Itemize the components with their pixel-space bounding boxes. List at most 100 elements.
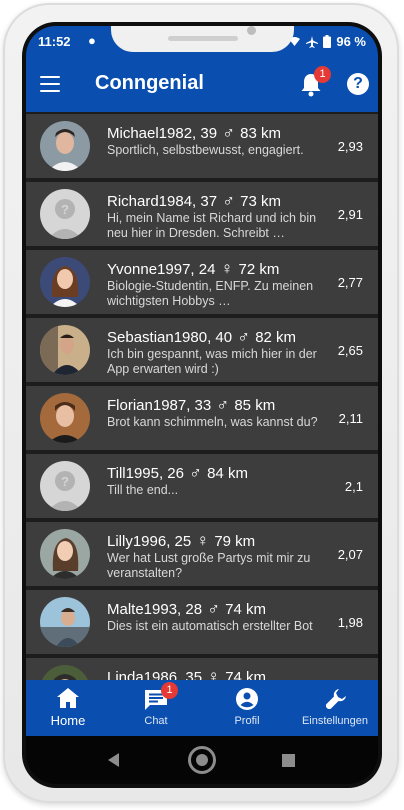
menu-icon[interactable] [40, 76, 60, 92]
profile-description: Dies ist ein automatisch erstellter Bot [107, 619, 313, 633]
profile-score: 2,1 [344, 479, 363, 494]
chat-badge: 1 [161, 682, 178, 699]
male-symbol-icon: ♂ [216, 395, 230, 414]
female-symbol-icon: ♀ [196, 531, 210, 550]
profile-name-line: Yvonne1997, 24 ♀ 72 km [107, 259, 279, 279]
profile-name-age: Richard1984, 37 [107, 193, 218, 210]
airplane-icon [306, 35, 319, 48]
profile-distance: 82 km [255, 329, 297, 346]
recent-apps-icon[interactable] [282, 754, 295, 767]
nav-einstellungen[interactable]: Einstellungen [292, 680, 378, 736]
nav-chat-label: Chat [144, 715, 168, 727]
male-symbol-icon: ♂ [222, 191, 235, 210]
profile-score: 2,77 [337, 275, 363, 290]
notifications-button[interactable]: 1 [300, 66, 331, 97]
profile-list[interactable]: Michael1982, 39 ♂ 83 km Sportlich, selbst… [26, 112, 378, 680]
profile-name-age: Malte1993, 28 [107, 601, 203, 618]
app-title: Conngenial [95, 72, 204, 94]
notification-badge: 1 [314, 66, 331, 83]
profile-distance: 84 km [207, 465, 248, 482]
profile-name-line: Michael1982, 39 ♂ 83 km [107, 123, 281, 143]
nav-profil-label: Profil [234, 715, 260, 727]
female-symbol-icon: ♀ [207, 667, 221, 680]
profile-row[interactable]: Linda1986, 35 ♀ 74 km [26, 658, 378, 680]
profile-name-age: Linda1986, 35 [107, 669, 203, 680]
nav-home[interactable]: Home [26, 680, 110, 736]
screen-bezel: 11:52 ● 96 % Conngenial 1 ? Michael1982,… [22, 22, 382, 788]
app-bar: Conngenial 1 ? [26, 56, 378, 112]
profile-distance: 74 km [225, 601, 267, 618]
profile-score: 2,91 [337, 207, 363, 222]
profile-description: Wer hat Lust große Partys mit mir zu ver… [107, 551, 311, 580]
nav-profil[interactable]: Profil [202, 680, 292, 736]
phone-notch [111, 26, 294, 52]
profile-description: Hi, mein Name ist Richard und ich bin ne… [107, 211, 317, 240]
profile-score: 2,93 [337, 139, 363, 154]
avatar[interactable] [40, 529, 90, 579]
battery-icon [323, 35, 332, 48]
profile-description: Till the end... [107, 483, 179, 497]
profile-description: Biologie-Studentin, ENFP. Zu meinen wich… [107, 279, 314, 308]
profile-name-line: Richard1984, 37 ♂ 73 km [107, 191, 281, 211]
status-right: 96 % [288, 34, 366, 49]
profile-score: 2,65 [337, 343, 363, 358]
profile-distance: 85 km [234, 397, 276, 414]
avatar[interactable]: ? [40, 461, 90, 511]
profile-name-age: Lilly1996, 25 [107, 533, 192, 550]
wrench-icon [326, 689, 346, 709]
nav-chat[interactable]: 1 Chat [110, 680, 202, 736]
bottom-nav: Home 1 Chat Profil Einstellungen [26, 680, 378, 736]
profile-row[interactable]: ? Richard1984, 37 ♂ 73 km Hi, mein Name is… [26, 182, 378, 246]
profile-row[interactable]: Sebastian1980, 40 ♂ 82 km Ich bin gespann… [26, 318, 378, 382]
profile-description: Sportlich, selbstbewusst, engagiert. [107, 143, 304, 157]
profile-row[interactable]: Yvonne1997, 24 ♀ 72 km Biologie-Studentin… [26, 250, 378, 314]
avatar[interactable] [40, 665, 90, 680]
male-symbol-icon: ♂ [189, 463, 202, 482]
profile-name-age: Florian1987, 33 [107, 397, 212, 414]
profile-name-line: Florian1987, 33 ♂ 85 km [107, 395, 275, 415]
screen: 11:52 ● 96 % Conngenial 1 ? Michael1982,… [26, 26, 378, 784]
front-camera [247, 26, 256, 35]
profile-name-line: Lilly1996, 25 ♀ 79 km [107, 531, 255, 551]
female-symbol-icon: ♀ [220, 259, 234, 278]
profile-score: 2,11 [338, 411, 363, 426]
home-circle-icon[interactable] [188, 746, 216, 774]
earpiece-speaker [168, 36, 238, 41]
profile-row[interactable]: Malte1993, 28 ♂ 74 km Dies ist ein automa… [26, 590, 378, 654]
avatar[interactable] [40, 257, 90, 307]
male-symbol-icon: ♂ [207, 599, 220, 618]
profile-distance: 72 km [238, 261, 280, 278]
profile-distance: 83 km [240, 125, 282, 142]
profile-name-age: Yvonne1997, 24 [107, 261, 216, 278]
profile-score: 1,98 [337, 615, 363, 630]
profile-row[interactable]: Florian1987, 33 ♂ 85 km Brot kann schimme… [26, 386, 378, 450]
avatar[interactable] [40, 597, 90, 647]
svg-text:?: ? [61, 474, 69, 489]
profile-name-age: Michael1982, 39 [107, 125, 218, 142]
profile-name-line: Till1995, 26 ♂ 84 km [107, 463, 248, 483]
profile-description: Ich bin gespannt, was mich hier in der A… [107, 347, 317, 376]
profile-name-age: Sebastian1980, 40 [107, 329, 233, 346]
profile-distance: 79 km [214, 533, 256, 550]
profile-distance: 74 km [225, 669, 267, 680]
profile-name-line: Sebastian1980, 40 ♂ 82 km [107, 327, 296, 347]
battery-percent: 96 % [336, 34, 366, 49]
home-icon [57, 688, 79, 708]
avatar[interactable] [40, 325, 90, 375]
back-icon[interactable] [108, 753, 119, 767]
profile-distance: 73 km [240, 193, 282, 210]
nav-einstellungen-label: Einstellungen [301, 715, 369, 727]
avatar[interactable]: ? [40, 189, 90, 239]
notification-drop-icon: ● [88, 33, 96, 48]
profile-name-line: Malte1993, 28 ♂ 74 km [107, 599, 266, 619]
profile-row[interactable]: ? Till1995, 26 ♂ 84 km Till the end... 2,1 [26, 454, 378, 518]
avatar[interactable] [40, 393, 90, 443]
help-icon[interactable]: ? [347, 73, 369, 95]
svg-text:?: ? [61, 202, 69, 217]
profile-score: 2,07 [337, 547, 363, 562]
profile-row[interactable]: Michael1982, 39 ♂ 83 km Sportlich, selbst… [26, 114, 378, 178]
avatar[interactable] [40, 121, 90, 171]
profile-row[interactable]: Lilly1996, 25 ♀ 79 km Wer hat Lust große … [26, 522, 378, 586]
profile-description: Brot kann schimmeln, was kannst du? [107, 415, 318, 429]
system-navigation-bar [26, 736, 378, 784]
